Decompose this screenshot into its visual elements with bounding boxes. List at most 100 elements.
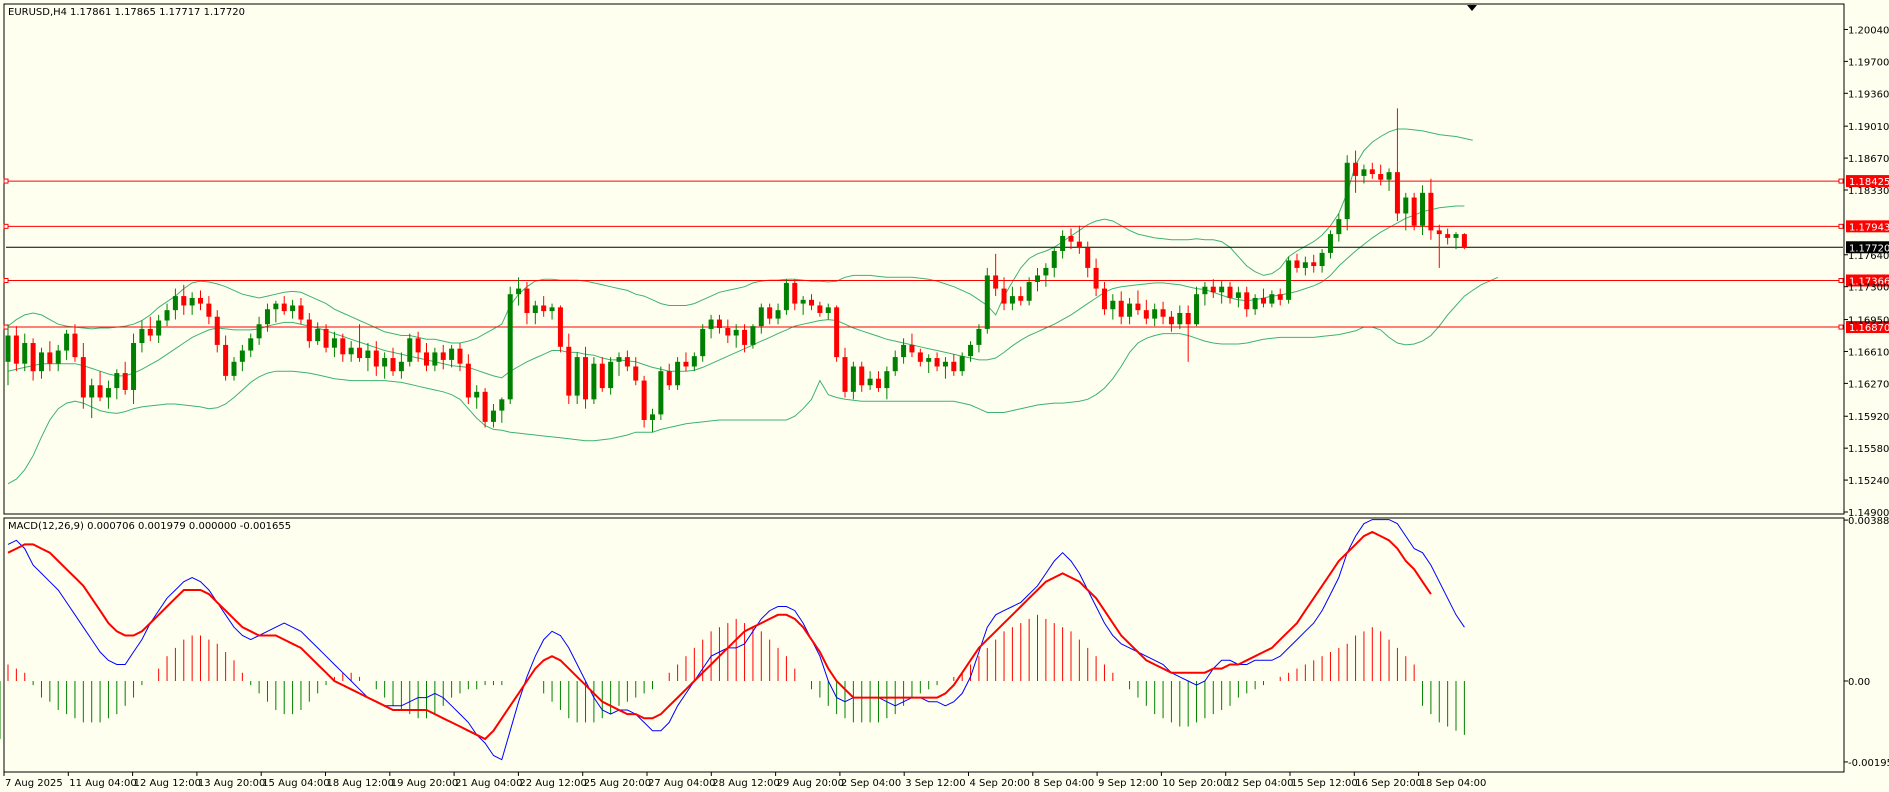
price-tick-label: 1.20040 <box>1848 25 1889 36</box>
macd-title: MACD(12,26,9) 0.000706 0.001979 0.000000… <box>8 521 291 532</box>
candle-body <box>189 297 195 306</box>
time-tick-label: 15 Aug 04:00 <box>262 778 329 789</box>
time-tick-label: 21 Aug 04:00 <box>455 778 522 789</box>
price-tick-label: 1.18670 <box>1848 154 1889 165</box>
candle-body <box>440 352 446 360</box>
level-handle-left[interactable] <box>3 223 9 229</box>
chart-svg[interactable]: 1.184251.179431.173661.168701.17720 1.20… <box>0 0 1889 792</box>
candle-body <box>1294 260 1300 268</box>
candle <box>507 286 513 405</box>
candle-body <box>290 305 296 312</box>
price-tick-label: 1.19010 <box>1848 122 1889 133</box>
candle-body <box>38 352 44 372</box>
candle-body <box>1152 309 1158 319</box>
candle-body <box>1277 294 1283 300</box>
candle-body <box>1378 174 1384 180</box>
candle-body <box>122 373 128 390</box>
candle-body <box>365 350 371 359</box>
candle-body <box>1127 303 1133 317</box>
candle-body <box>507 294 513 400</box>
candle-body <box>775 310 781 319</box>
time-tick-label: 9 Sep 12:00 <box>1098 778 1158 789</box>
candle-body <box>172 296 178 311</box>
candle-body <box>867 378 873 386</box>
candle-body <box>1018 296 1024 301</box>
candle-body <box>147 328 153 336</box>
candle-body <box>1026 282 1032 301</box>
candle-body <box>1143 310 1149 319</box>
candle-body <box>72 333 78 358</box>
candle-body <box>264 309 270 325</box>
time-tick-label: 19 Aug 20:00 <box>391 778 458 789</box>
symbol-title: EURUSD,H4 <box>8 7 67 18</box>
candle-body <box>1068 236 1074 242</box>
candle <box>482 388 488 428</box>
candle-body <box>1252 297 1258 310</box>
time-tick-label: 12 Sep 04:00 <box>1227 778 1294 789</box>
chart-window[interactable]: 1.18425 1.17943 1.17366 1.16870 1.17720 1.20… <box>0 0 1889 792</box>
candle-body <box>323 328 329 348</box>
candle-body <box>942 361 948 367</box>
candle-body <box>541 305 547 312</box>
level-price-label: 1.17943 <box>1849 222 1889 233</box>
candle-body <box>131 343 137 390</box>
candle-body <box>457 348 463 364</box>
level-handle-right[interactable] <box>1838 277 1844 283</box>
candle-body <box>239 350 245 362</box>
candle-body <box>875 378 881 389</box>
candle-body <box>1411 197 1417 226</box>
candle-body <box>859 366 865 386</box>
candle-body <box>331 338 337 348</box>
candle-body <box>583 357 589 400</box>
candle-body <box>1210 286 1216 293</box>
candle-body <box>499 399 505 411</box>
candle-body <box>616 357 622 362</box>
level-handle-left[interactable] <box>3 324 9 330</box>
time-tick-label: 11 Aug 04:00 <box>69 778 136 789</box>
level-handle-left[interactable] <box>3 277 9 283</box>
candle-body <box>516 288 522 295</box>
time-tick-label: 28 Aug 12:00 <box>712 778 779 789</box>
candle-body <box>524 288 530 313</box>
candle-body <box>1302 262 1308 268</box>
candle-body <box>984 275 990 329</box>
candle-body <box>968 344 974 357</box>
price-tick-label: 1.16950 <box>1848 316 1889 327</box>
candle-body <box>432 352 438 366</box>
candle-body <box>892 357 898 372</box>
level-handle-right[interactable] <box>1838 324 1844 330</box>
candle-body <box>1319 252 1325 267</box>
candle-body <box>1219 286 1225 293</box>
level-handle-left[interactable] <box>3 178 9 184</box>
candle-body <box>817 305 823 313</box>
candle-body <box>633 366 639 381</box>
macd-tick-label: -0.001955 <box>1848 758 1889 769</box>
time-tick-label: 13 Aug 20:00 <box>198 778 265 789</box>
level-handle-right[interactable] <box>1838 223 1844 229</box>
time-tick-label: 7 Aug 2025 <box>5 778 63 789</box>
candle-body <box>80 357 86 398</box>
candle-body <box>424 352 429 366</box>
candle-body <box>1261 297 1266 304</box>
candle-body <box>398 361 404 372</box>
candle-body <box>1386 172 1392 180</box>
level-handle-right[interactable] <box>1838 178 1844 184</box>
candle-body <box>1235 292 1241 298</box>
candle-body <box>1311 262 1317 267</box>
candle-body <box>700 328 706 357</box>
candle-body <box>809 299 815 306</box>
candle-body <box>532 305 538 313</box>
candle-body <box>1344 162 1350 220</box>
time-tick-label: 10 Sep 20:00 <box>1162 778 1229 789</box>
time-tick-label: 4 Sep 20:00 <box>970 778 1030 789</box>
candle-body <box>105 388 111 398</box>
candle-body <box>733 329 739 336</box>
candle-body <box>256 324 262 339</box>
candle-body <box>1168 316 1174 325</box>
candle-body <box>114 373 120 389</box>
candle-body <box>708 319 714 329</box>
candle-body <box>1420 192 1426 226</box>
candle-body <box>315 328 321 342</box>
candle-body <box>608 361 614 389</box>
candle-body <box>825 307 831 313</box>
